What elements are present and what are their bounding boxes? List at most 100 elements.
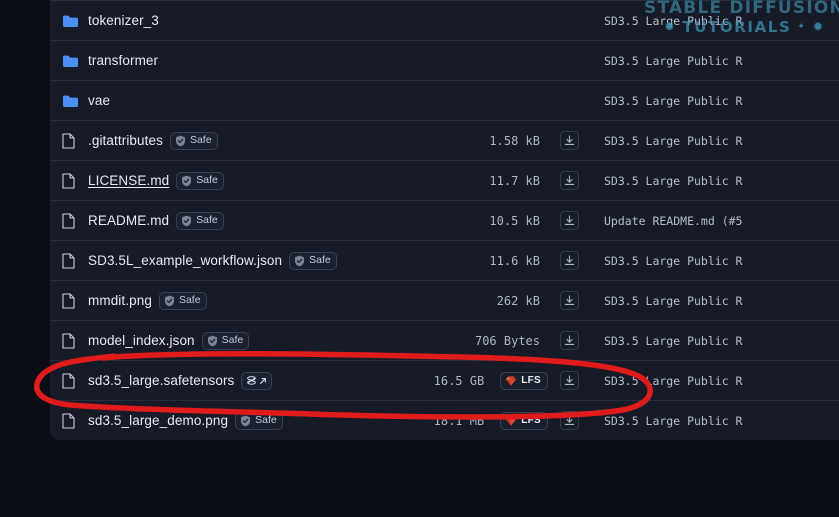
safe-badge-label: Safe xyxy=(196,174,218,187)
safe-badge[interactable]: Safe xyxy=(235,411,283,430)
file-name[interactable]: sd3.5_large.safetensors xyxy=(88,373,234,388)
download-cell xyxy=(548,131,590,150)
download-button[interactable] xyxy=(559,131,579,150)
xet-icon xyxy=(247,376,257,385)
download-icon xyxy=(564,375,574,385)
file-size-cell: 706 Bytes xyxy=(378,334,548,348)
safe-badge[interactable]: Safe xyxy=(158,291,207,310)
file-name-cell[interactable]: mmdit.png Safe xyxy=(88,291,207,310)
file-name-cell[interactable]: tokenizer_3 xyxy=(88,13,159,28)
shield-check-icon xyxy=(182,215,192,226)
commit-message[interactable]: SD3.5 Large Public R xyxy=(590,334,839,348)
download-icon xyxy=(564,295,574,305)
table-row[interactable]: SD3.5L_example_workflow.json Safe 11.6 kB S… xyxy=(50,240,839,280)
lfs-badge-label: LFS xyxy=(521,374,541,386)
download-cell xyxy=(548,411,590,430)
table-row[interactable]: README.md Safe 10.5 kB Update README.md (#5 xyxy=(50,200,839,240)
commit-message[interactable]: SD3.5 Large Public R xyxy=(590,54,839,68)
file-icon xyxy=(62,172,88,189)
table-row[interactable]: sd3.5_large_demo.png Safe 18.1 MB LFS SD3.5 … xyxy=(50,400,839,440)
folder-icon xyxy=(62,94,88,108)
lfs-badge-label: LFS xyxy=(521,414,541,426)
shield-check-icon xyxy=(164,295,174,306)
file-name-cell[interactable]: LICENSE.md Safe xyxy=(88,171,224,190)
table-row[interactable]: mmdit.png Safe 262 kB SD3.5 Large Public R xyxy=(50,280,839,320)
commit-message[interactable]: SD3.5 Large Public R xyxy=(590,374,839,388)
file-name-cell[interactable]: transformer xyxy=(88,53,158,68)
safe-badge[interactable]: Safe xyxy=(176,211,224,230)
file-size: 262 kB xyxy=(496,293,540,308)
file-name-cell[interactable]: vae xyxy=(88,93,110,108)
table-row[interactable]: LICENSE.md Safe 11.7 kB SD3.5 Large Public … xyxy=(50,160,839,200)
commit-message[interactable]: SD3.5 Large Public R xyxy=(590,254,839,268)
file-icon xyxy=(62,412,88,429)
safe-badge-label: Safe xyxy=(189,134,212,147)
file-name[interactable]: mmdit.png xyxy=(88,293,152,308)
file-icon xyxy=(62,292,88,309)
file-name[interactable]: vae xyxy=(88,93,110,108)
table-row[interactable]: model_index.json Safe 706 Bytes SD3.5 Large… xyxy=(50,320,839,360)
commit-message[interactable]: SD3.5 Large Public R xyxy=(590,14,839,28)
file-size-cell: 10.5 kB xyxy=(378,214,548,228)
download-cell xyxy=(548,291,590,310)
file-name-cell[interactable]: .gitattributes Safe xyxy=(88,131,218,150)
safe-badge[interactable]: Safe xyxy=(201,331,250,350)
table-row[interactable]: sd3.5_large.safetensors 16.5 GB LFS SD3.5 L… xyxy=(50,360,839,400)
file-icon xyxy=(62,212,88,229)
file-name[interactable]: LICENSE.md xyxy=(88,173,169,188)
safe-badge[interactable]: Safe xyxy=(169,131,218,150)
commit-message[interactable]: SD3.5 Large Public R xyxy=(590,134,839,148)
file-size: 16.5 GB xyxy=(433,373,485,388)
table-row[interactable]: tokenizer_3 SD3.5 Large Public R xyxy=(50,0,839,40)
download-icon xyxy=(564,335,574,345)
commit-message[interactable]: SD3.5 Large Public R xyxy=(590,294,839,308)
safe-badge[interactable]: Safe xyxy=(289,251,337,270)
download-cell xyxy=(548,211,590,230)
file-size-cell: 11.7 kB xyxy=(378,174,548,188)
download-button[interactable] xyxy=(559,171,579,190)
download-button[interactable] xyxy=(559,331,579,350)
lfs-badge[interactable]: LFS xyxy=(500,371,548,390)
file-name-cell[interactable]: SD3.5L_example_workflow.json Safe xyxy=(88,251,337,270)
commit-message[interactable]: Update README.md (#5 xyxy=(590,214,839,228)
file-icon xyxy=(62,372,88,389)
download-button[interactable] xyxy=(559,411,579,430)
download-button[interactable] xyxy=(559,251,579,270)
shield-check-icon xyxy=(182,175,192,186)
safe-badge-label: Safe xyxy=(255,414,277,427)
download-icon xyxy=(564,415,574,425)
file-name[interactable]: transformer xyxy=(88,53,158,68)
download-cell xyxy=(548,171,590,190)
download-button[interactable] xyxy=(559,371,579,390)
file-size-cell: 18.1 MB LFS xyxy=(378,411,548,430)
commit-message[interactable]: SD3.5 Large Public R xyxy=(590,414,839,428)
download-button[interactable] xyxy=(559,291,579,310)
commit-message[interactable]: SD3.5 Large Public R xyxy=(590,174,839,188)
table-row[interactable]: transformer SD3.5 Large Public R xyxy=(50,40,839,80)
file-name[interactable]: SD3.5L_example_workflow.json xyxy=(88,253,282,268)
file-name[interactable]: model_index.json xyxy=(88,333,195,348)
file-size-cell: 16.5 GB LFS xyxy=(378,371,548,390)
safe-badge[interactable]: Safe xyxy=(176,171,224,190)
file-size-cell: 262 kB xyxy=(378,294,548,308)
lfs-badge[interactable]: LFS xyxy=(500,411,548,430)
shield-check-icon xyxy=(175,135,185,146)
file-size: 706 Bytes xyxy=(474,333,540,348)
file-name-cell[interactable]: README.md Safe xyxy=(88,211,224,230)
table-row[interactable]: vae SD3.5 Large Public R xyxy=(50,80,839,120)
download-button[interactable] xyxy=(559,211,579,230)
file-size: 11.7 kB xyxy=(489,173,540,188)
xet-badge[interactable] xyxy=(241,371,273,390)
file-size-cell: 1.58 kB xyxy=(378,134,548,148)
file-name-cell[interactable]: model_index.json Safe xyxy=(88,331,250,350)
commit-message[interactable]: SD3.5 Large Public R xyxy=(590,94,839,108)
file-name[interactable]: .gitattributes xyxy=(88,133,163,148)
file-name-cell[interactable]: sd3.5_large_demo.png Safe xyxy=(88,411,283,430)
file-name-cell[interactable]: sd3.5_large.safetensors xyxy=(88,371,273,390)
file-name[interactable]: tokenizer_3 xyxy=(88,13,159,28)
file-name[interactable]: README.md xyxy=(88,213,169,228)
table-row[interactable]: .gitattributes Safe 1.58 kB SD3.5 Large Pub… xyxy=(50,120,839,160)
safe-badge-label: Safe xyxy=(178,294,201,307)
file-name[interactable]: sd3.5_large_demo.png xyxy=(88,413,228,428)
shield-check-icon xyxy=(295,255,305,266)
